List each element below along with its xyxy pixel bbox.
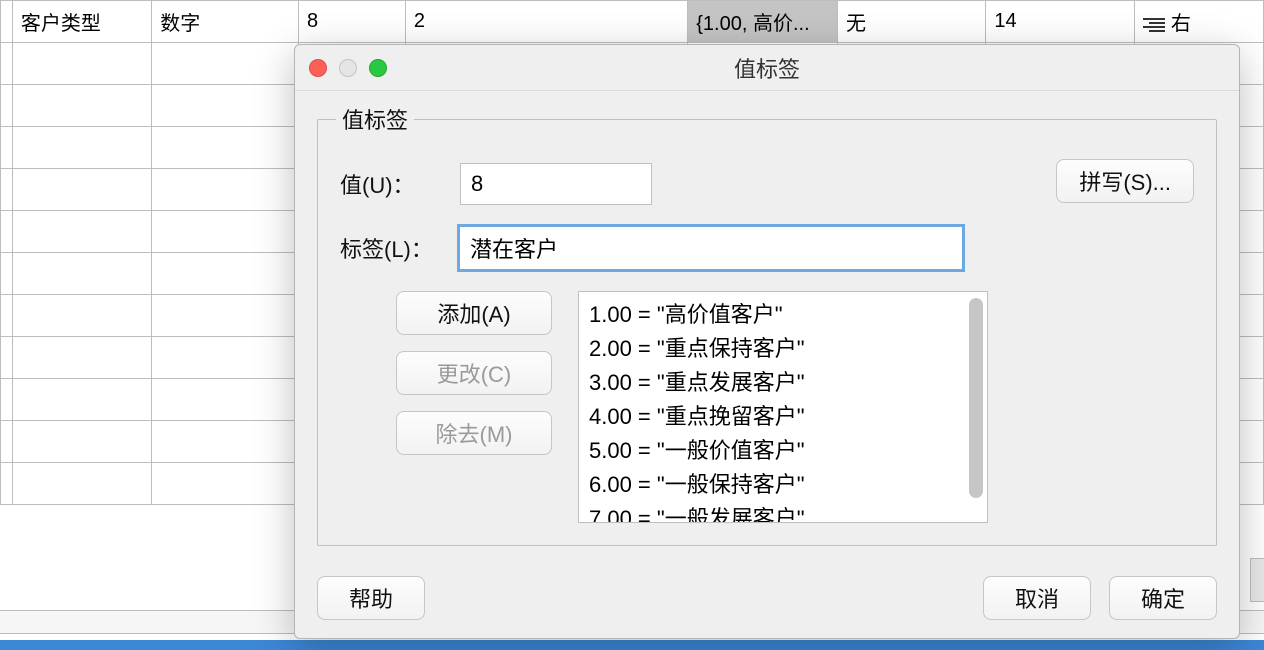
list-item[interactable]: 5.00 = "一般价值客户" [589,434,973,468]
label-field-label: 标签(L)： [340,232,460,264]
label-input[interactable] [460,227,962,269]
help-button[interactable]: 帮助 [317,576,425,620]
value-labels-dialog: 值标签 值标签 值(U)： 拼写(S)... 标签(L)： 添加(A) [294,44,1240,639]
add-button[interactable]: 添加(A) [396,291,552,335]
grid-cell-name[interactable]: 客户类型 [12,1,151,43]
window-minimize-button[interactable] [339,59,357,77]
group-legend: 值标签 [336,103,414,135]
list-item[interactable]: 4.00 = "重点挽留客户" [589,400,973,434]
list-item[interactable]: 3.00 = "重点发展客户" [589,366,973,400]
remove-button[interactable]: 除去(M) [396,411,552,455]
dialog-title: 值标签 [734,52,800,84]
change-button[interactable]: 更改(C) [396,351,552,395]
dialog-titlebar[interactable]: 值标签 [295,45,1239,91]
window-close-button[interactable] [309,59,327,77]
right-edge-box [1250,558,1264,602]
list-item[interactable]: 7.00 = "一般发展客户" [589,502,973,523]
list-item[interactable]: 2.00 = "重点保持客户" [589,332,973,366]
grid-cell-decimals[interactable]: 2 [405,1,687,43]
list-item[interactable]: 6.00 = "一般保持客户" [589,468,973,502]
cancel-button[interactable]: 取消 [983,576,1091,620]
grid-cell-width[interactable]: 8 [298,1,405,43]
window-maximize-button[interactable] [369,59,387,77]
list-item[interactable]: 1.00 = "高价值客户" [589,298,973,332]
list-scrollbar[interactable] [969,298,983,498]
grid-cell-align-text: 右 [1171,13,1191,35]
grid-row-head [1,1,13,43]
value-labels-list[interactable]: 1.00 = "高价值客户" 2.00 = "重点保持客户" 3.00 = "重… [578,291,988,523]
status-bar [0,640,1264,650]
ok-button[interactable]: 确定 [1109,576,1217,620]
value-input[interactable] [460,163,652,205]
grid-header-row: 客户类型 数字 8 2 {1.00, 高价... 无 14 右 [1,1,1264,43]
spelling-button[interactable]: 拼写(S)... [1056,159,1194,203]
grid-cell-values[interactable]: {1.00, 高价... [688,1,838,43]
grid-cell-type[interactable]: 数字 [152,1,299,43]
grid-cell-align[interactable]: 右 [1134,1,1263,43]
grid-cell-missing[interactable]: 无 [837,1,985,43]
align-right-icon [1143,17,1165,33]
grid-cell-columns[interactable]: 14 [986,1,1134,43]
value-field-label: 值(U)： [340,168,460,200]
value-labels-group: 值标签 值(U)： 拼写(S)... 标签(L)： 添加(A) 更改(C) [317,103,1217,546]
